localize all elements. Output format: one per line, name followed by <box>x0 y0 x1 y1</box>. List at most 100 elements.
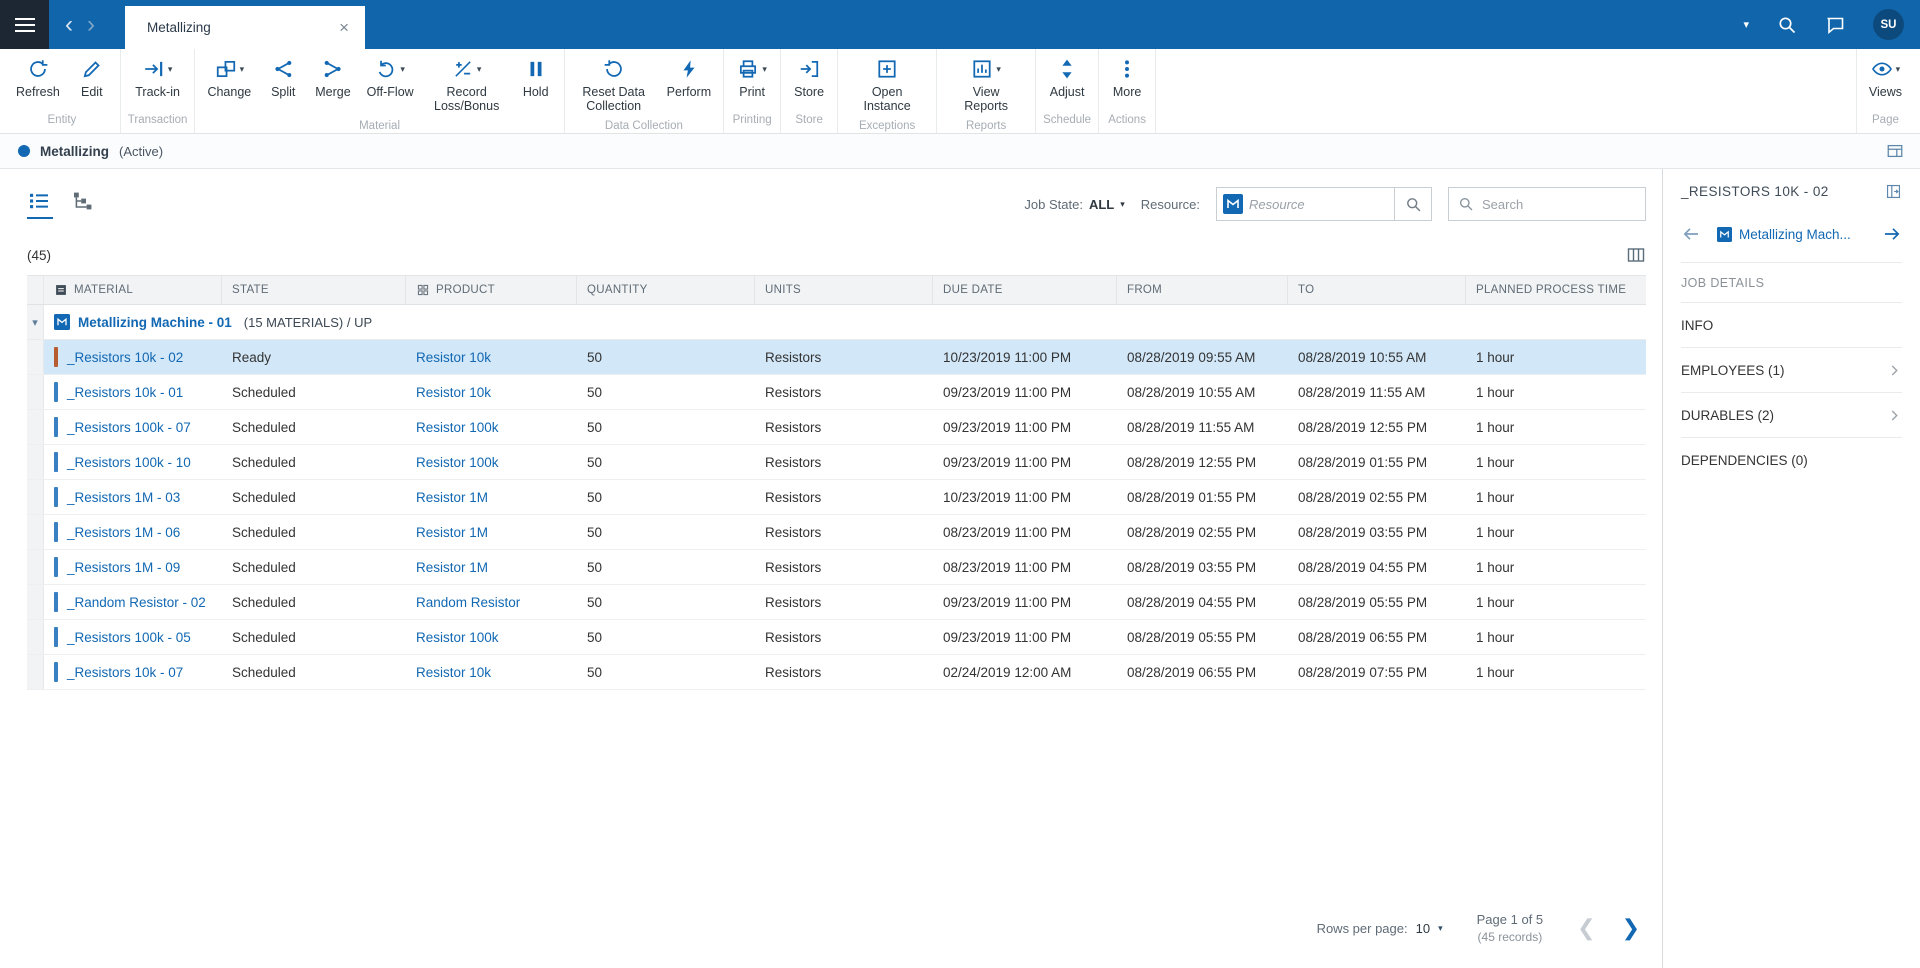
track-in-button[interactable]: ▾ Track-in <box>128 55 187 101</box>
previous-job-button[interactable] <box>1681 224 1701 244</box>
group-name[interactable]: Metallizing Machine - 01 <box>78 315 232 330</box>
machine-icon <box>54 314 70 330</box>
list-view-toggle[interactable] <box>27 189 53 219</box>
column-header-due-date[interactable]: DUE DATE <box>933 276 1117 304</box>
quantity-cell: 50 <box>587 419 603 435</box>
table-row[interactable]: _Resistors 100k - 05 Scheduled Resistor 10… <box>27 620 1646 655</box>
sidebar-item-employees-1[interactable]: EMPLOYEES (1) <box>1681 348 1902 393</box>
product-link[interactable]: Resistor 10k <box>416 385 491 400</box>
collapse-chevron-icon[interactable]: ▾ <box>32 316 38 329</box>
previous-page-button[interactable]: ❮ <box>1577 915 1595 941</box>
product-link[interactable]: Random Resistor <box>416 595 520 610</box>
material-link[interactable]: _Resistors 1M - 06 <box>67 525 180 540</box>
table-row[interactable]: _Resistors 100k - 07 Scheduled Resistor 10… <box>27 410 1646 445</box>
table-row[interactable]: _Resistors 1M - 06 Scheduled Resistor 1M 50… <box>27 515 1646 550</box>
split-button[interactable]: Split <box>260 55 306 101</box>
product-link[interactable]: Resistor 100k <box>416 630 499 645</box>
search-icon[interactable] <box>1777 15 1797 35</box>
open-instance-button[interactable]: Open Instance <box>843 55 931 116</box>
column-header-material[interactable]: MATERIAL <box>44 276 222 304</box>
views-button[interactable]: ▾ Views <box>1862 55 1909 101</box>
hold-button[interactable]: Hold <box>513 55 559 101</box>
sidebar-item-dependencies-0[interactable]: DEPENDENCIES (0) <box>1681 438 1902 483</box>
product-cell: Resistor 10k <box>406 655 577 689</box>
toolbar-group-label: Schedule <box>1043 114 1092 126</box>
table-row[interactable]: _Resistors 1M - 03 Scheduled Resistor 1M 50… <box>27 480 1646 515</box>
product-link[interactable]: Resistor 100k <box>416 420 499 435</box>
sidebar-item-info[interactable]: INFO <box>1681 303 1902 348</box>
product-link[interactable]: Resistor 10k <box>416 350 491 365</box>
views-icon <box>1871 58 1893 80</box>
column-header-product[interactable]: PRODUCT <box>406 276 577 304</box>
tab-metallizing[interactable]: Metallizing × <box>125 6 365 49</box>
product-link[interactable]: Resistor 1M <box>416 490 488 505</box>
table-row[interactable]: _Resistors 1M - 09 Scheduled Resistor 1M 50… <box>27 550 1646 585</box>
material-link[interactable]: _Random Resistor - 02 <box>67 595 206 610</box>
column-header-planned-process-time[interactable]: PLANNED PROCESS TIME <box>1466 276 1646 304</box>
off-flow-button[interactable]: ▾ Off-Flow <box>360 55 421 101</box>
edit-button[interactable]: Edit <box>69 55 115 101</box>
material-link[interactable]: _Resistors 100k - 10 <box>67 455 191 470</box>
resource-search-button[interactable] <box>1394 188 1431 220</box>
print-button[interactable]: ▾ Print <box>729 55 775 101</box>
resource-input[interactable] <box>1249 196 1394 212</box>
chevron-down-icon: ▾ <box>762 63 767 74</box>
product-link[interactable]: Resistor 1M <box>416 560 488 575</box>
view-reports-button[interactable]: ▾ View Reports <box>942 55 1030 116</box>
table-row[interactable]: _Resistors 100k - 10 Scheduled Resistor 10… <box>27 445 1646 480</box>
material-link[interactable]: _Resistors 10k - 01 <box>67 385 183 400</box>
store-button[interactable]: Store <box>786 55 832 101</box>
state-cell: Scheduled <box>232 384 296 400</box>
perform-button[interactable]: Perform <box>660 55 718 101</box>
material-link[interactable]: _Resistors 100k - 07 <box>67 420 191 435</box>
search-input[interactable] <box>1482 196 1636 212</box>
change-button[interactable]: ▾ Change <box>200 55 258 101</box>
sidebar-item-durables-2[interactable]: DURABLES (2) <box>1681 393 1902 438</box>
material-link[interactable]: _Resistors 1M - 03 <box>67 490 180 505</box>
material-link[interactable]: _Resistors 1M - 09 <box>67 560 180 575</box>
from-cell: 08/28/2019 09:55 AM <box>1127 349 1256 365</box>
column-header-to[interactable]: TO <box>1288 276 1466 304</box>
more-button[interactable]: More <box>1104 55 1150 101</box>
group-row[interactable]: ▾ Metallizing Machine - 01 (15 MATERIALS) … <box>27 305 1646 340</box>
record-loss-bonus-button[interactable]: ▾ Record Loss/Bonus <box>423 55 511 116</box>
table-row[interactable]: _Random Resistor - 02 Scheduled Random Res… <box>27 585 1646 620</box>
hamburger-menu-button[interactable] <box>0 0 49 49</box>
button-label: Merge <box>315 85 351 99</box>
next-job-button[interactable] <box>1882 224 1902 244</box>
material-link[interactable]: _Resistors 10k - 07 <box>67 665 183 680</box>
job-state-filter[interactable]: Job State: ALL ▾ <box>1024 197 1124 212</box>
table-row[interactable]: _Resistors 10k - 01 Scheduled Resistor 10k… <box>27 375 1646 410</box>
material-link[interactable]: _Resistors 100k - 05 <box>67 630 191 645</box>
material-link[interactable]: _Resistors 10k - 02 <box>67 350 183 365</box>
adjust-button[interactable]: Adjust <box>1043 55 1092 101</box>
dock-panel-icon[interactable] <box>1886 142 1904 160</box>
column-header-state[interactable]: STATE <box>222 276 406 304</box>
table-row[interactable]: _Resistors 10k - 02 Ready Resistor 10k 50 Re… <box>27 340 1646 375</box>
product-link[interactable]: Resistor 1M <box>416 525 488 540</box>
job-color-bar <box>54 347 58 367</box>
column-header-units[interactable]: UNITS <box>755 276 933 304</box>
product-link[interactable]: Resistor 100k <box>416 455 499 470</box>
reset-data-collection-button[interactable]: Reset Data Collection <box>570 55 658 116</box>
tree-view-toggle[interactable] <box>71 189 97 219</box>
close-icon[interactable]: × <box>335 18 353 38</box>
rows-per-page-select[interactable]: Rows per page: 10 ▾ <box>1317 921 1443 936</box>
open-details-panel-icon[interactable] <box>1885 183 1902 200</box>
forward-button[interactable]: › <box>87 12 95 36</box>
due-date-cell: 08/23/2019 11:00 PM <box>943 524 1072 540</box>
search-box <box>1448 187 1646 221</box>
column-header-from[interactable]: FROM <box>1117 276 1288 304</box>
resource-link[interactable]: Metallizing Mach... <box>1717 226 1851 242</box>
column-header-quantity[interactable]: QUANTITY <box>577 276 755 304</box>
table-row[interactable]: _Resistors 10k - 07 Scheduled Resistor 10k… <box>27 655 1646 690</box>
merge-button[interactable]: Merge <box>308 55 357 101</box>
avatar[interactable]: SU <box>1873 9 1904 40</box>
column-chooser-icon[interactable] <box>1626 245 1646 265</box>
refresh-button[interactable]: Refresh <box>9 55 67 101</box>
chevron-down-icon[interactable]: ▾ <box>1743 18 1749 31</box>
product-link[interactable]: Resistor 10k <box>416 665 491 680</box>
next-page-button[interactable]: ❯ <box>1622 915 1640 941</box>
back-button[interactable]: ‹ <box>65 12 73 36</box>
chat-icon[interactable] <box>1825 15 1845 35</box>
